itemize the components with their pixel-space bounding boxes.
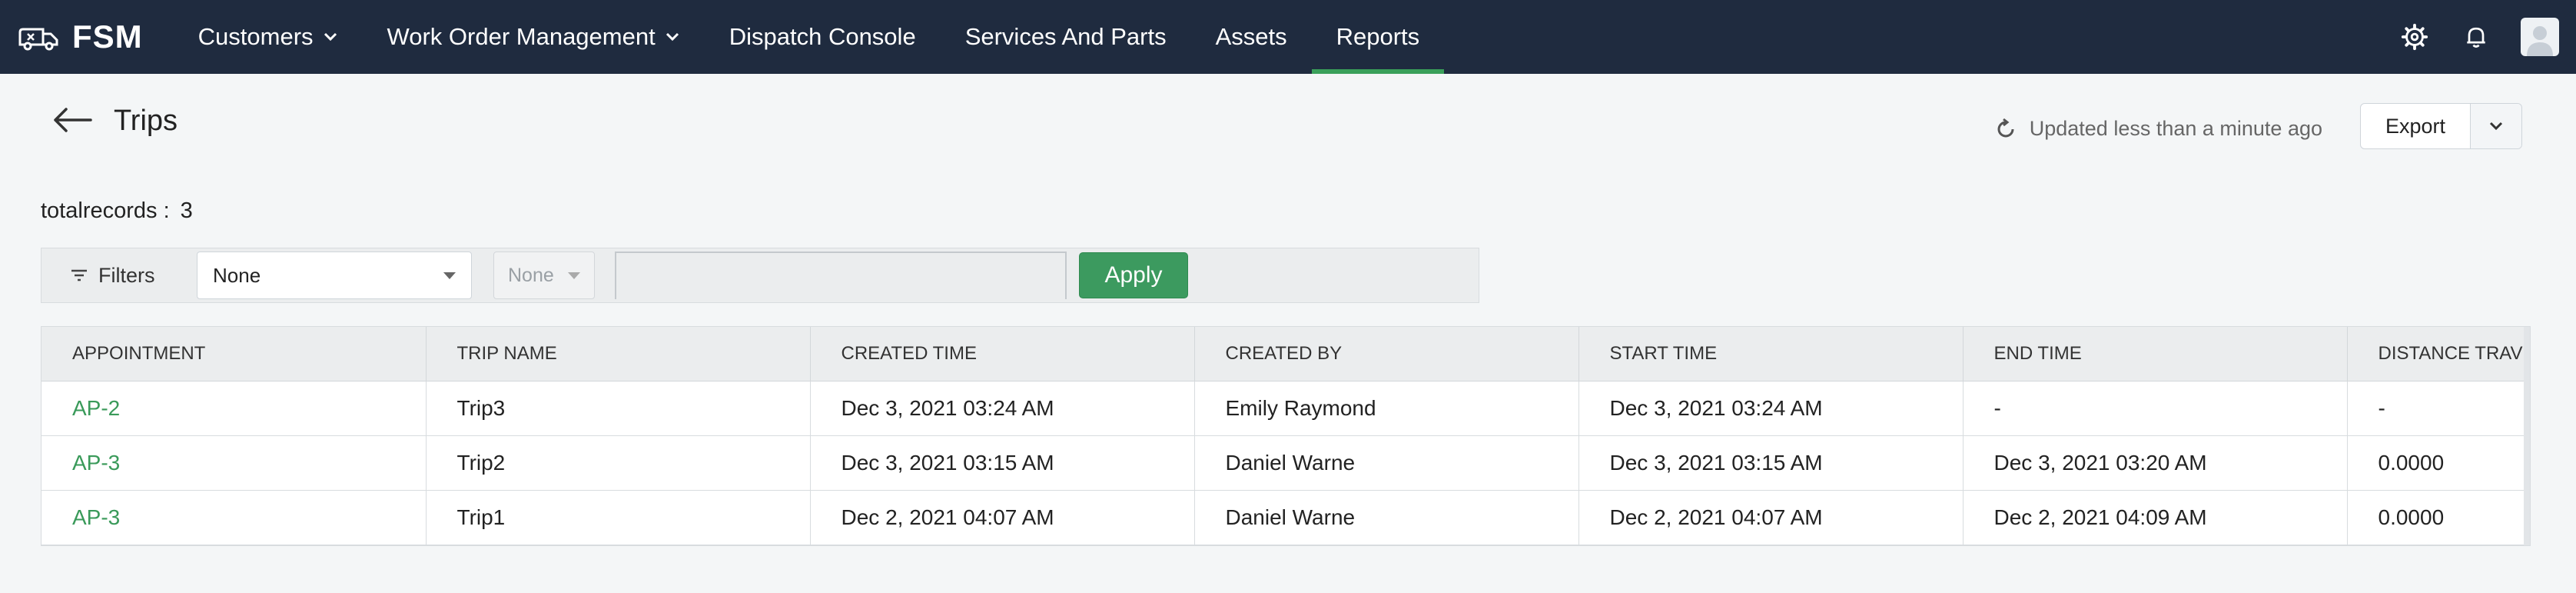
filter-field-value: None [213,263,261,287]
nav-assets-label: Assets [1215,23,1287,50]
top-navigation: FSM Customers Work Order Management Disp… [0,0,2576,74]
export-button[interactable]: Export [2361,104,2471,148]
back-arrow-icon[interactable] [51,106,94,134]
created-by-cell: Emily Raymond [1194,381,1579,436]
nav-customers[interactable]: Customers [174,0,363,74]
total-records: totalrecords : 3 [41,198,193,224]
table-row: AP-3 Trip1 Dec 2, 2021 04:07 AM Daniel W… [41,490,2530,545]
column-header-distance-travelled[interactable]: DISTANCE TRAVELLED [2347,327,2530,381]
nav-reports[interactable]: Reports [1311,0,1445,74]
nav-dispatch-label: Dispatch Console [729,23,916,50]
nav-assets[interactable]: Assets [1191,0,1312,74]
column-header-end-time[interactable]: END TIME [1963,327,2348,381]
start-time-cell: Dec 3, 2021 03:15 AM [1578,435,1964,491]
bell-icon[interactable] [2461,22,2491,52]
end-time-cell: Dec 3, 2021 03:20 AM [1963,435,2348,491]
filter-field-select[interactable]: None [197,252,472,299]
created-by-cell: Daniel Warne [1194,435,1579,491]
filter-operator-value: None [508,264,554,286]
distance-cell: 0.0000 [2347,490,2530,545]
chevron-down-icon [324,32,337,42]
chevron-down-icon [666,32,679,42]
updated-status: Updated less than a minute ago [1994,117,2322,141]
start-time-cell: Dec 3, 2021 03:24 AM [1578,381,1964,436]
nav-reports-label: Reports [1336,23,1420,50]
filter-value-input[interactable] [615,252,1067,299]
distance-cell: - [2347,381,2530,436]
export-dropdown-button[interactable] [2471,104,2521,148]
created-time-cell: Dec 3, 2021 03:15 AM [810,435,1195,491]
nav-dispatch-console[interactable]: Dispatch Console [705,0,941,74]
nav-work-order-management[interactable]: Work Order Management [363,0,705,74]
caret-down-icon [443,272,456,279]
trip-name-cell: Trip2 [426,435,811,491]
column-header-trip-name[interactable]: TRIP NAME [426,327,811,381]
table-row: AP-2 Trip3 Dec 3, 2021 03:24 AM Emily Ra… [41,381,2530,436]
nav-services-label: Services And Parts [964,23,1167,50]
brand[interactable]: FSM [17,0,143,74]
van-logo-icon [18,28,58,51]
table-header-row: APPOINTMENT TRIP NAME CREATED TIME CREAT… [41,327,2530,381]
trip-name-cell: Trip3 [426,381,811,436]
filters-label: Filters [98,263,155,287]
horizontal-scroll-edge[interactable] [2524,327,2530,545]
filter-icon [71,269,87,282]
filter-bar: Filters None None Apply [41,248,1479,303]
export-button-group: Export [2360,103,2522,149]
created-time-cell: Dec 2, 2021 04:07 AM [810,490,1195,545]
filter-operator-select[interactable]: None [493,252,595,299]
trips-table: APPOINTMENT TRIP NAME CREATED TIME CREAT… [41,326,2531,546]
distance-cell: 0.0000 [2347,435,2530,491]
updated-text: Updated less than a minute ago [2029,117,2322,140]
created-by-cell: Daniel Warne [1194,490,1579,545]
caret-down-icon [568,272,580,279]
nav-right-actions [2369,0,2559,74]
created-time-cell: Dec 3, 2021 03:24 AM [810,381,1195,436]
end-time-cell: - [1963,381,2348,436]
end-time-cell: Dec 2, 2021 04:09 AM [1963,490,2348,545]
chevron-down-icon [2489,122,2503,131]
nav-services-and-parts[interactable]: Services And Parts [941,0,1191,74]
column-header-created-by[interactable]: CREATED BY [1194,327,1579,381]
column-header-start-time[interactable]: START TIME [1578,327,1964,381]
nav-work-order-label: Work Order Management [387,23,656,50]
trip-name-cell: Trip1 [426,490,811,545]
start-time-cell: Dec 2, 2021 04:07 AM [1578,490,1964,545]
apply-button[interactable]: Apply [1079,252,1188,298]
appointment-link[interactable]: AP-3 [41,490,427,545]
avatar[interactable] [2521,18,2559,56]
appointment-link[interactable]: AP-3 [41,435,427,491]
page-title: Trips [114,105,178,137]
table-row: AP-3 Trip2 Dec 3, 2021 03:15 AM Daniel W… [41,435,2530,491]
column-header-appointment[interactable]: APPOINTMENT [41,327,427,381]
total-records-label: totalrecords : [41,198,170,223]
brand-name: FSM [72,18,143,55]
appointment-link[interactable]: AP-2 [41,381,427,436]
refresh-icon[interactable] [1994,118,2017,141]
total-records-value: 3 [180,198,193,223]
nav-customers-label: Customers [198,23,314,50]
column-header-created-time[interactable]: CREATED TIME [810,327,1195,381]
filters-toggle[interactable]: Filters [71,264,197,288]
gear-icon[interactable] [2399,22,2430,52]
user-silhouette-icon [2527,26,2553,56]
